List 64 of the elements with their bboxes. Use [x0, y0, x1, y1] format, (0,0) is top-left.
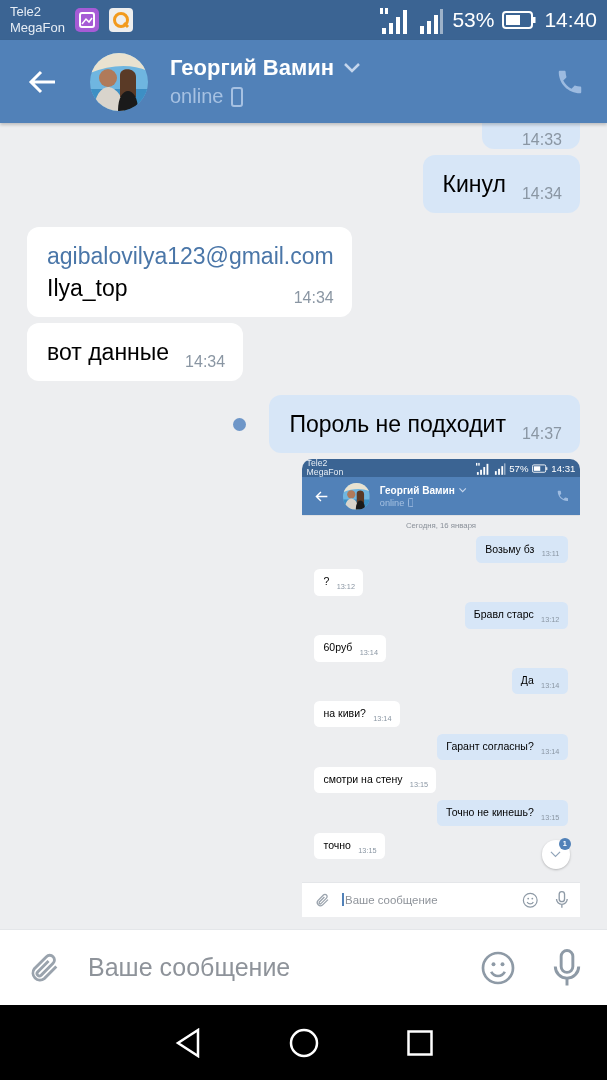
message-text: на киви? — [323, 708, 366, 721]
email-link[interactable]: agibalovilya123@gmail.com — [47, 243, 334, 269]
message-input-field[interactable]: Ваше сообщение — [342, 893, 438, 907]
message-time: 13:12 — [541, 615, 560, 625]
message-time: 13:12 — [336, 582, 355, 592]
date-label: Сегодня, 16 января — [405, 520, 477, 530]
back-triangle-icon[interactable] — [174, 1027, 201, 1058]
message-text: вот данные — [47, 339, 170, 365]
contact-name[interactable]: Георгий Вамин — [170, 55, 334, 81]
signal-icon — [493, 461, 506, 475]
scroll-down-button[interactable]: 1 — [541, 840, 570, 869]
battery-percent: 57% — [509, 462, 529, 474]
message-text: Ilya_top — [47, 275, 128, 301]
home-circle-icon[interactable] — [288, 1027, 319, 1058]
unread-count-badge: 1 — [558, 837, 571, 850]
call-icon[interactable] — [556, 489, 570, 504]
message-time: 14:34 — [293, 289, 334, 307]
message-text: Гарант согласны? — [446, 741, 534, 754]
carrier-name: MegaFon — [10, 20, 65, 36]
message-input-field[interactable]: Ваше сообщение — [88, 953, 291, 982]
message-text: 60руб — [323, 642, 353, 655]
message-text: Пороль не подходит — [289, 411, 506, 437]
signal-icon — [418, 6, 445, 34]
message-time: 13:14 — [541, 746, 560, 756]
message-time: 13:14 — [359, 647, 378, 657]
battery-percent: 53% — [452, 8, 495, 32]
message-text: Бравл старс — [473, 609, 534, 622]
back-arrow-icon[interactable] — [314, 490, 328, 502]
signal-icon — [476, 461, 491, 475]
chevron-down-icon[interactable] — [344, 63, 360, 73]
microphone-icon[interactable] — [552, 948, 582, 987]
battery-icon — [502, 10, 537, 30]
back-arrow-icon[interactable] — [28, 69, 56, 94]
carrier-name: Tele2 — [306, 459, 329, 469]
message-time: 13:14 — [541, 680, 560, 690]
contact-name[interactable]: Георгий Вамин — [379, 484, 455, 496]
message-time: 14:34 — [521, 185, 562, 203]
phone-icon — [231, 86, 244, 107]
microphone-icon[interactable] — [554, 891, 569, 909]
message-text: точно — [323, 839, 351, 852]
message-time: 13:15 — [409, 779, 429, 789]
message-time: 13:15 — [541, 812, 560, 822]
smiley-icon[interactable] — [480, 949, 516, 986]
message-time: 14:34 — [185, 353, 226, 371]
message-time: 14:33 — [521, 131, 562, 149]
message-time: 13:15 — [358, 845, 377, 855]
message-time: 13:14 — [373, 713, 392, 723]
message-text: Кинул — [442, 171, 506, 197]
online-status: online — [379, 497, 405, 508]
carrier-name: Tele2 — [10, 4, 43, 20]
message-text: Возьму бз — [485, 543, 535, 556]
message-time: 13:11 — [541, 549, 560, 559]
message-time: 14:37 — [521, 425, 562, 443]
carrier-name: MegaFon — [306, 468, 344, 477]
message-text: Точно не кинешь? — [446, 807, 534, 819]
paperclip-icon[interactable] — [314, 891, 331, 909]
recents-square-icon[interactable] — [406, 1029, 433, 1056]
message-text: ? — [323, 576, 330, 589]
message-text: Да — [520, 675, 534, 688]
online-status: online — [170, 85, 224, 108]
battery-icon — [532, 463, 548, 473]
message-text: смотри на стену — [323, 774, 403, 786]
clock-time: 14:40 — [544, 8, 597, 32]
clock-time: 14:31 — [551, 462, 576, 474]
